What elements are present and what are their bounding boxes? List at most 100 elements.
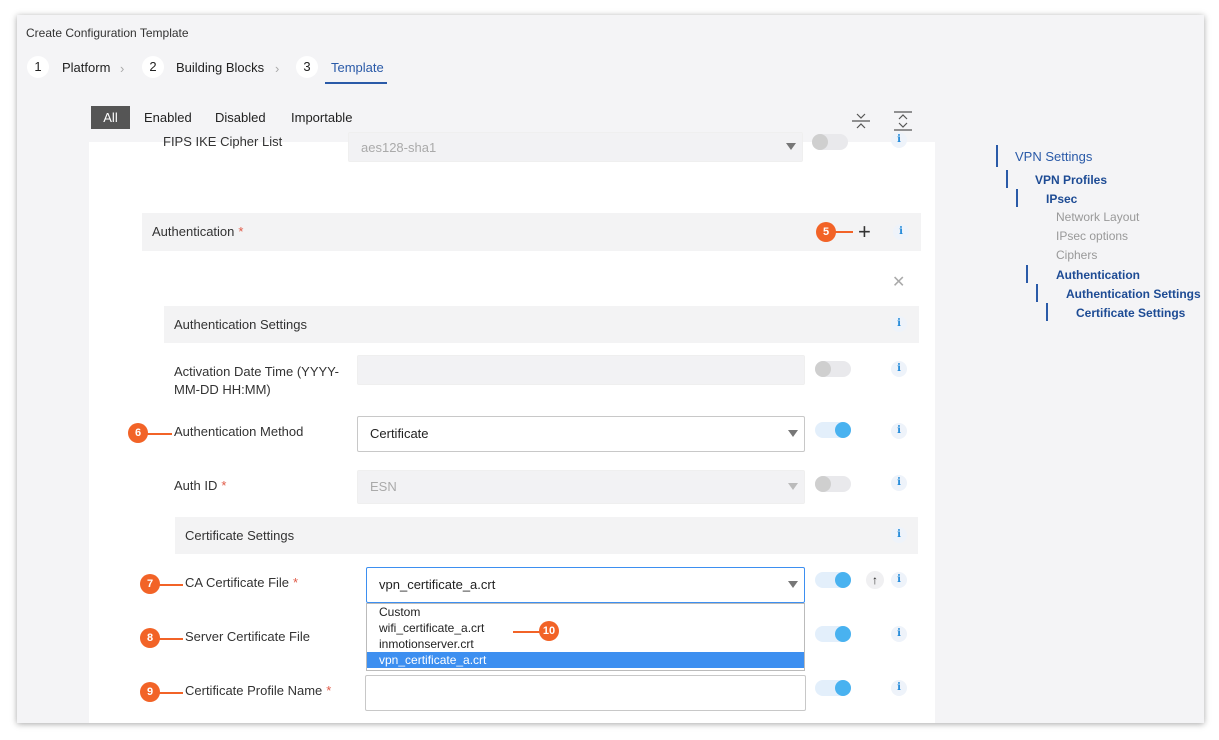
filter-importable-button[interactable]: Importable (283, 106, 360, 129)
activation-label-line2: MM-DD HH:MM) (174, 382, 271, 397)
authentication-label: Authentication * (152, 224, 243, 239)
form-panel: FIPS IKE Cipher List aes128-sha1 i Authe… (89, 132, 935, 723)
add-icon[interactable]: + (858, 221, 871, 243)
auth-id-label-text: Auth ID (174, 478, 218, 493)
tree-item-vpn-settings[interactable]: VPN Settings (1015, 149, 1092, 164)
ca-certificate-dropdown: Custom wifi_certificate_a.crt inmotionse… (366, 603, 805, 671)
fips-cipher-toggle[interactable] (812, 134, 848, 150)
required-mark: * (293, 575, 299, 590)
activation-label-line1: Activation Date Time (YYYY- (174, 364, 339, 379)
info-icon[interactable]: i (891, 316, 907, 332)
tree-item-certificate-settings[interactable]: Certificate Settings (1076, 306, 1185, 320)
ca-certificate-toggle[interactable] (815, 572, 851, 588)
chevron-down-icon (788, 430, 798, 437)
info-icon[interactable]: i (891, 680, 907, 696)
auth-id-label: Auth ID * (174, 478, 226, 493)
window-title: Create Configuration Template (26, 26, 189, 40)
callout-8: 8 (140, 628, 160, 648)
activation-date-label: Activation Date Time (YYYY- MM-DD HH:MM) (174, 363, 339, 399)
callout-5: 5 (816, 222, 836, 242)
fips-cipher-label: FIPS IKE Cipher List (163, 134, 283, 149)
info-icon[interactable]: i (891, 572, 907, 588)
authentication-method-select[interactable]: Certificate (357, 416, 805, 452)
authentication-settings-label: Authentication Settings (174, 317, 307, 332)
close-icon[interactable]: ✕ (892, 272, 905, 292)
filter-disabled-button[interactable]: Disabled (207, 106, 274, 129)
tree-level-bar (1016, 189, 1018, 207)
tree-item-ciphers[interactable]: Ciphers (1056, 248, 1097, 262)
dropdown-option-wifi[interactable]: wifi_certificate_a.crt (367, 620, 804, 636)
certificate-settings-label: Certificate Settings (185, 528, 295, 543)
info-icon[interactable]: i (891, 423, 907, 439)
tree-level-bar (1036, 284, 1038, 302)
server-certificate-toggle[interactable] (815, 626, 851, 642)
tree-item-ipsec[interactable]: IPsec (1046, 192, 1077, 206)
callout-5-line (833, 231, 853, 233)
certificate-profile-input[interactable] (365, 675, 806, 711)
info-icon[interactable]: i (891, 527, 907, 543)
step-1-label[interactable]: Platform (62, 60, 110, 75)
chevron-right-icon: › (120, 61, 125, 76)
callout-10: 10 (539, 621, 559, 641)
required-mark: * (221, 478, 227, 493)
expand-all-icon[interactable] (893, 111, 913, 131)
authentication-header (142, 213, 921, 251)
tree-level-bar (1046, 303, 1048, 321)
certificate-profile-toggle[interactable] (815, 680, 851, 696)
server-certificate-label: Server Certificate File (185, 629, 310, 644)
callout-6: 6 (128, 423, 148, 443)
auth-id-select[interactable]: ESN (357, 470, 805, 504)
upload-icon[interactable]: ↑ (866, 571, 884, 589)
step-1-number[interactable]: 1 (27, 56, 49, 78)
authentication-method-label: Authentication Method (174, 424, 304, 439)
tree-item-network-layout[interactable]: Network Layout (1056, 210, 1139, 224)
activation-date-input[interactable] (357, 355, 805, 385)
authentication-label-text: Authentication (152, 224, 235, 239)
info-icon[interactable]: i (891, 361, 907, 377)
dropdown-option-custom[interactable]: Custom (367, 604, 804, 620)
required-mark: * (326, 683, 332, 698)
tree-level-bar (1006, 170, 1008, 188)
certificate-profile-label-text: Certificate Profile Name (185, 683, 323, 698)
authentication-method-toggle[interactable] (815, 422, 851, 438)
step-3-label[interactable]: Template (331, 60, 384, 75)
tree-item-authentication-settings[interactable]: Authentication Settings (1066, 287, 1201, 301)
tree-item-authentication[interactable]: Authentication (1056, 268, 1140, 282)
filter-all-button[interactable]: All (91, 106, 130, 129)
info-icon[interactable]: i (891, 132, 907, 148)
certificate-profile-label: Certificate Profile Name * (185, 683, 331, 698)
fips-cipher-value: aes128-sha1 (361, 140, 437, 155)
required-mark: * (238, 224, 244, 239)
ca-certificate-label: CA Certificate File * (185, 575, 298, 590)
chevron-right-icon: › (275, 61, 280, 76)
callout-6-line (145, 433, 172, 435)
filter-enabled-button[interactable]: Enabled (136, 106, 200, 129)
tree-item-ipsec-options[interactable]: IPsec options (1056, 229, 1128, 243)
step-3-number[interactable]: 3 (296, 56, 318, 78)
dropdown-option-vpn[interactable]: vpn_certificate_a.crt (367, 652, 804, 668)
info-icon[interactable]: i (893, 224, 909, 240)
callout-9: 9 (140, 682, 160, 702)
auth-id-value: ESN (370, 479, 397, 494)
collapse-all-icon[interactable] (851, 111, 871, 131)
auth-id-toggle[interactable] (815, 476, 851, 492)
step-2-label[interactable]: Building Blocks (176, 60, 264, 75)
callout-7: 7 (140, 574, 160, 594)
callout-10-line (513, 631, 541, 633)
active-step-underline (325, 82, 387, 84)
authentication-method-value: Certificate (370, 426, 429, 441)
tree-level-bar (996, 145, 998, 167)
chevron-down-icon (788, 581, 798, 588)
config-template-window: Create Configuration Template 1 Platform… (17, 15, 1204, 723)
tree-level-bar (1026, 265, 1028, 283)
ca-certificate-label-text: CA Certificate File (185, 575, 290, 590)
step-2-number[interactable]: 2 (142, 56, 164, 78)
tree-item-vpn-profiles[interactable]: VPN Profiles (1035, 173, 1107, 187)
activation-date-toggle[interactable] (815, 361, 851, 377)
chevron-down-icon (788, 483, 798, 490)
info-icon[interactable]: i (891, 626, 907, 642)
info-icon[interactable]: i (891, 475, 907, 491)
fips-cipher-select[interactable]: aes128-sha1 (348, 132, 803, 162)
dropdown-option-inmotion[interactable]: inmotionserver.crt (367, 636, 804, 652)
ca-certificate-select[interactable]: vpn_certificate_a.crt (366, 567, 805, 603)
